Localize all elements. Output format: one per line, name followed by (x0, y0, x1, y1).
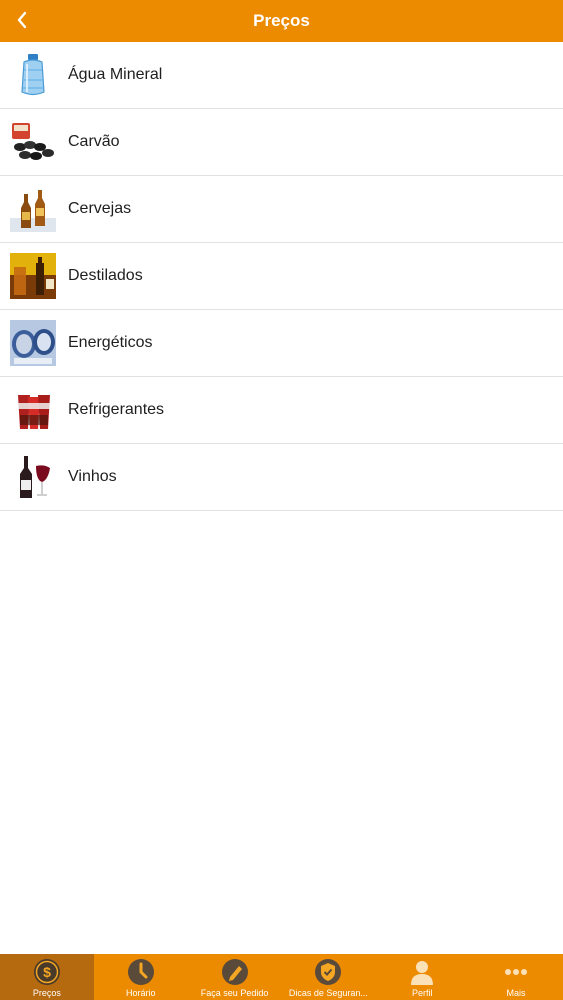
shield-icon (315, 959, 342, 985)
list-item-carvao[interactable]: Carvão (0, 109, 563, 176)
list-item-label: Cervejas (68, 200, 132, 217)
person-icon (411, 961, 434, 985)
page-title: Preços (253, 11, 310, 30)
list-item-label: Água Mineral (68, 66, 163, 83)
more-icon (505, 969, 528, 975)
tab-bar: $ Preços Horário Faça seu Pedido Dicas d… (0, 954, 563, 1000)
tab-faca-seu-pedido[interactable]: Faça seu Pedido (188, 954, 282, 1000)
clock-icon (127, 959, 154, 985)
back-button[interactable] (10, 6, 34, 34)
list-item-label: Destilados (68, 267, 143, 284)
charcoal-icon (12, 123, 54, 160)
tab-label: Horário (125, 988, 156, 998)
spirits-icon (10, 253, 56, 299)
pencil-icon (221, 959, 248, 985)
list-item-cervejas[interactable]: Cervejas (0, 176, 563, 243)
list-item-destilados[interactable]: Destilados (0, 243, 563, 310)
list-item-refrigerantes[interactable]: Refrigerantes (0, 377, 563, 444)
tab-label: Dicas de Seguran... (288, 988, 368, 998)
dollar-icon: $ (33, 959, 60, 985)
energy-drink-icon (10, 320, 56, 366)
tab-precos[interactable]: $ Preços (0, 954, 94, 1000)
category-list: Água Mineral Carvão Cervejas Destilados … (0, 42, 563, 511)
tab-mais[interactable]: Mais (469, 954, 563, 1000)
list-item-agua-mineral[interactable]: Água Mineral (0, 42, 563, 109)
water-bottle-icon (21, 54, 45, 96)
svg-text:$: $ (43, 964, 51, 980)
beer-bottles-icon (10, 190, 56, 232)
tab-dicas-de-seguranca[interactable]: Dicas de Seguran... (281, 954, 375, 1000)
tab-perfil[interactable]: Perfil (375, 954, 469, 1000)
tab-label: Faça seu Pedido (200, 988, 269, 998)
soda-icon (18, 395, 50, 429)
list-item-label: Vinhos (68, 468, 117, 485)
tab-label: Mais (506, 988, 526, 998)
tab-label: Preços (32, 988, 61, 998)
tab-label: Perfil (411, 988, 433, 998)
list-item-label: Refrigerantes (68, 401, 165, 418)
tab-horario[interactable]: Horário (94, 954, 188, 1000)
wine-icon (20, 456, 50, 498)
navigation-bar: Preços (0, 0, 563, 42)
list-item-energeticos[interactable]: Energéticos (0, 310, 563, 377)
list-item-label: Energéticos (68, 334, 153, 351)
list-item-vinhos[interactable]: Vinhos (0, 444, 563, 511)
chevron-left-icon (17, 11, 27, 29)
list-item-label: Carvão (68, 133, 120, 150)
